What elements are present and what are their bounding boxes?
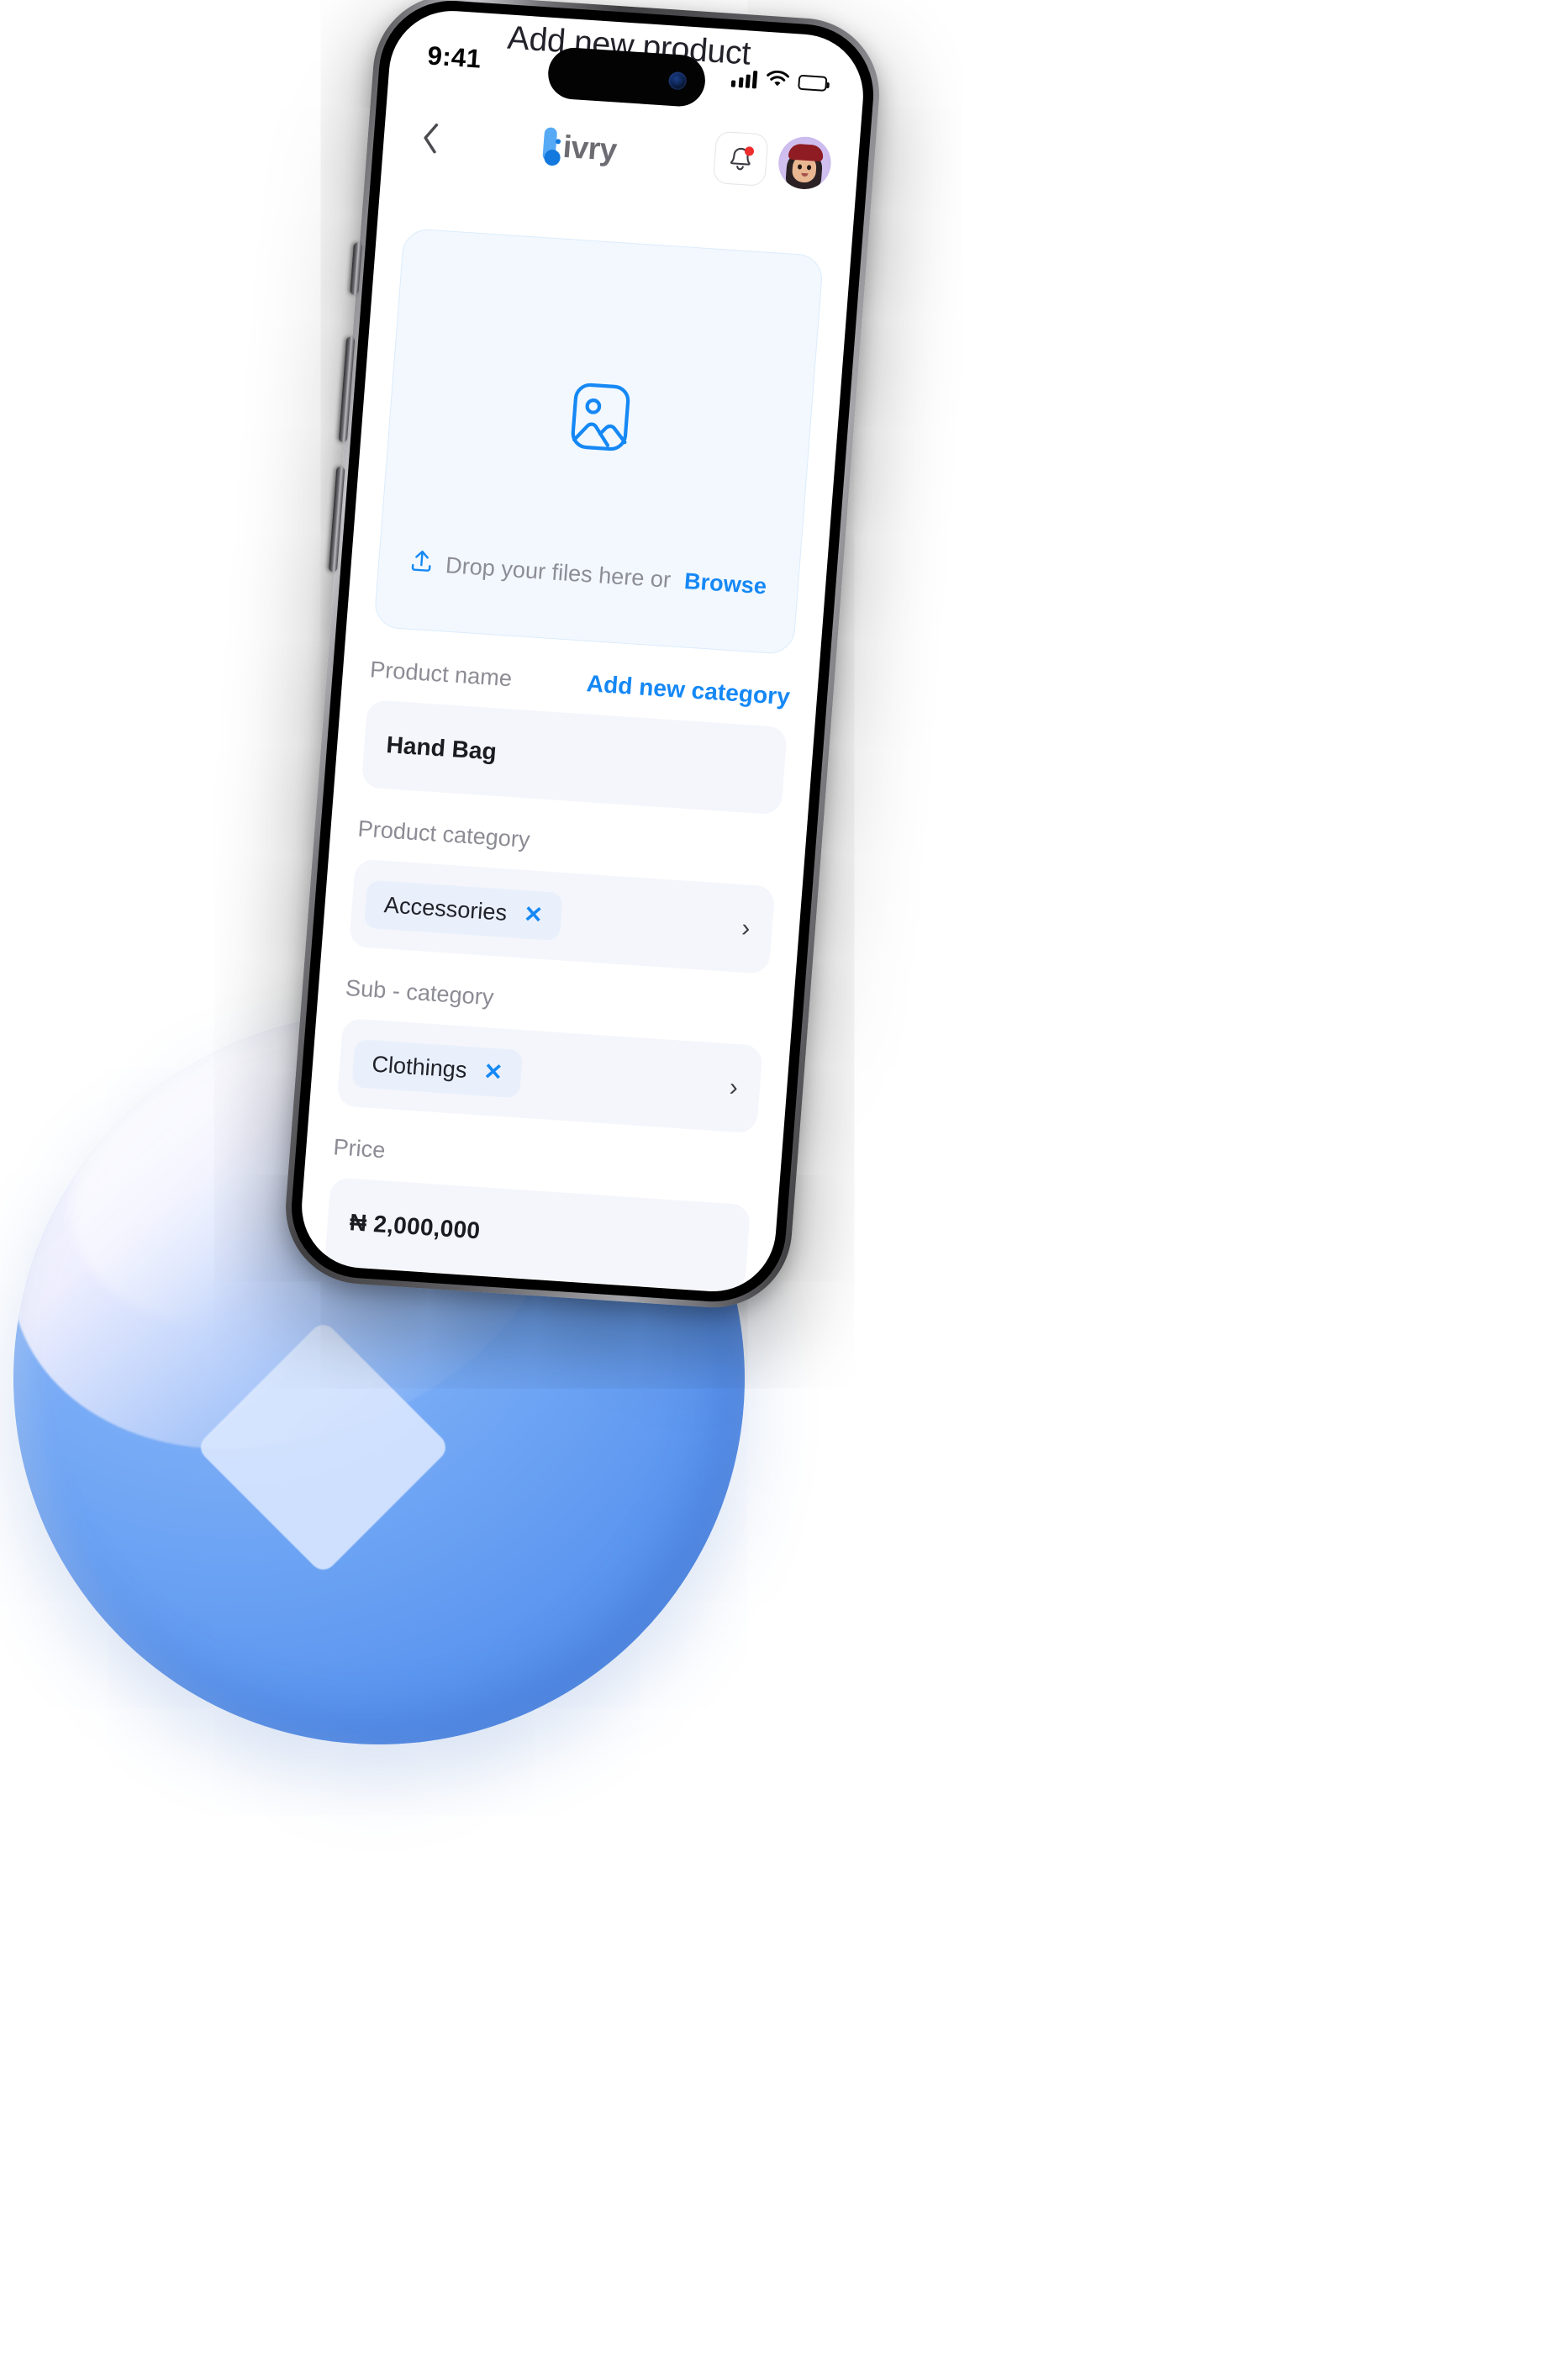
field-price: Price ₦ 2,000,000 [324,1134,754,1293]
status-bar-icons [731,67,828,95]
image-dropzone[interactable]: Drop your files here or Browse [373,227,825,656]
dynamic-island [545,45,708,108]
phone-mockup: 9:41 ivry Add new product Drop your file… [279,0,885,1321]
price-input[interactable]: ₦ 2,000,000 [324,1177,751,1293]
status-bar-time: 9:41 [426,40,482,74]
notification-bell-button[interactable] [712,130,769,187]
product-name-label: Product name [369,657,514,692]
cellular-signal-icon [731,69,758,88]
price-value: ₦ 2,000,000 [348,1209,482,1244]
subcategory-chip-label: Clothings [371,1051,468,1083]
brand-logo: ivry [442,120,716,176]
phone-frame: 9:41 ivry Add new product Drop your file… [280,0,885,1313]
battery-icon [798,74,828,92]
field-sub-category: Sub - category Clothings ✕ › [336,974,766,1134]
sub-category-select[interactable]: Clothings ✕ › [336,1017,763,1134]
product-category-select[interactable]: Accessories ✕ › [349,858,776,974]
ivry-logo-mark-icon [540,127,561,166]
price-label: Price [332,1134,387,1164]
product-name-input[interactable]: Hand Bag [361,699,788,815]
chevron-right-icon: › [740,914,751,943]
phone-bezel: 9:41 ivry Add new product Drop your file… [286,0,879,1306]
category-chip-accessories[interactable]: Accessories ✕ [363,879,564,941]
dropzone-caption: Drop your files here or Browse [378,546,798,604]
field-product-category: Product category Accessories ✕ › [349,815,778,974]
phone-screen: 9:41 ivry Add new product Drop your file… [297,7,868,1296]
wifi-icon [766,70,790,92]
field-product-name: Product name Add new category Hand Bag [361,656,791,815]
front-camera-icon [667,71,688,90]
sub-category-label: Sub - category [345,974,495,1011]
image-placeholder-icon [568,380,633,457]
close-x-icon[interactable]: ✕ [482,1058,503,1085]
mute-switch-button[interactable] [350,242,363,295]
add-new-category-link[interactable]: Add new category [586,670,791,710]
user-avatar[interactable] [776,135,833,191]
brand-name: ivry [561,129,619,168]
browse-link[interactable]: Browse [683,568,767,600]
product-category-label: Product category [356,815,531,853]
form-content: Drop your files here or Browse Product n… [298,209,852,1296]
subcategory-chip-clothings[interactable]: Clothings ✕ [351,1038,524,1098]
product-name-value: Hand Bag [385,731,498,765]
category-chip-label: Accessories [383,891,509,926]
close-x-icon[interactable]: ✕ [523,901,544,928]
dropzone-text: Drop your files here or [445,552,672,593]
upload-arrow-icon [409,548,434,579]
product-name-header: Product name Add new category [369,656,791,710]
chevron-right-icon: › [728,1073,740,1102]
